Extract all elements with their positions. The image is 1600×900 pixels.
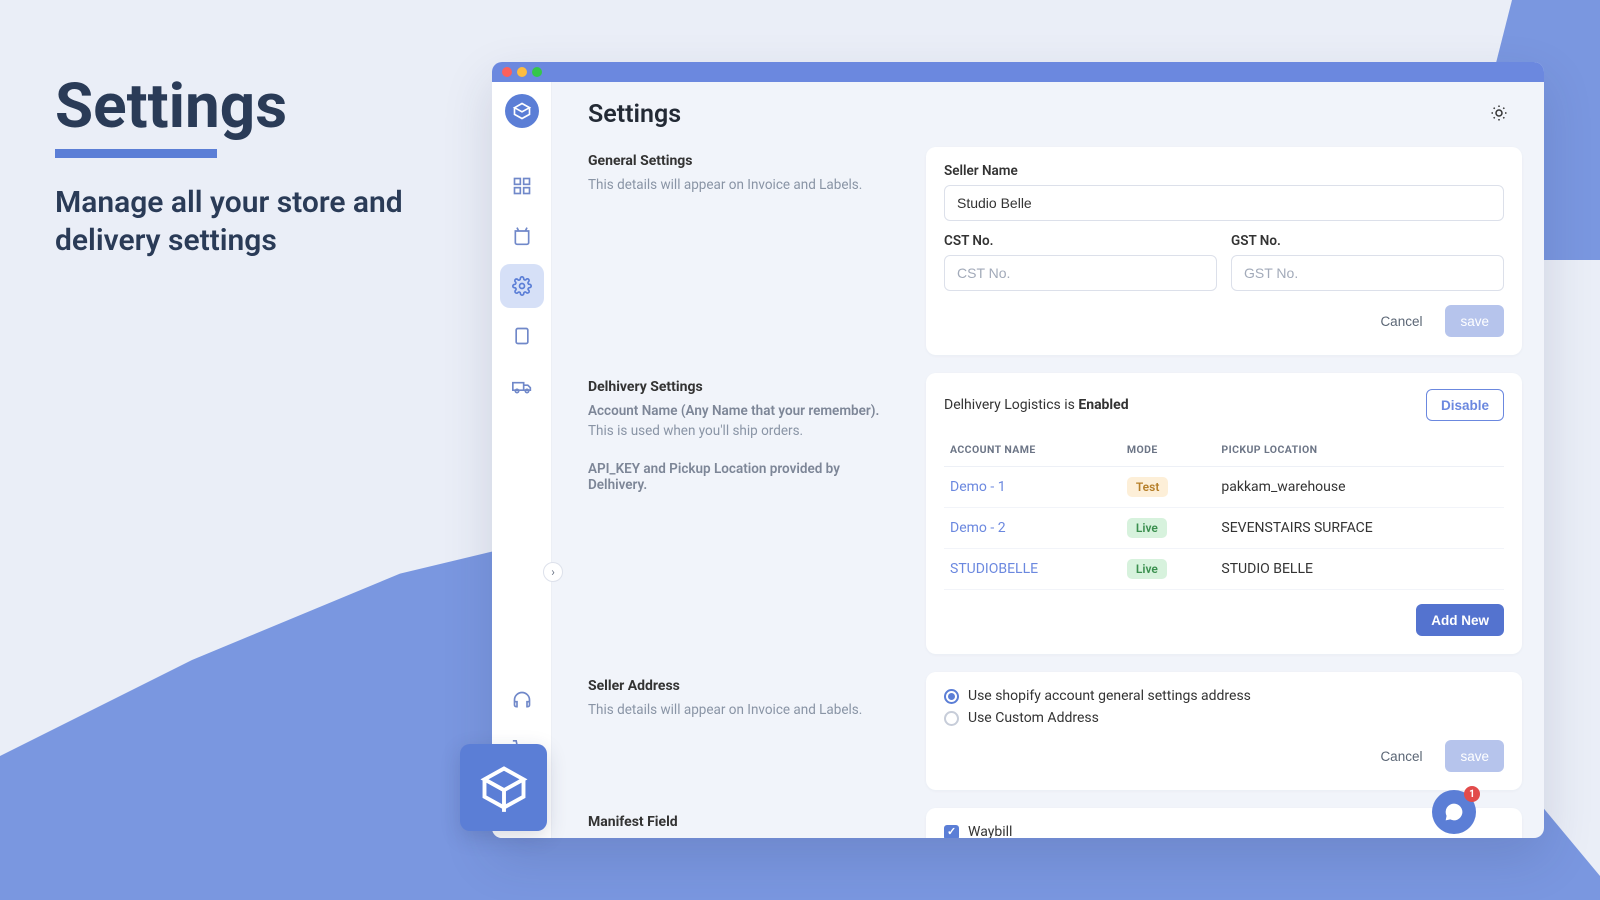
cst-input[interactable]: [944, 255, 1217, 291]
radio-icon: [944, 689, 959, 704]
checkbox-icon: [944, 825, 959, 839]
nav-dashboard[interactable]: [500, 164, 544, 208]
brand-logo: [505, 94, 539, 128]
radio-shopify[interactable]: Use shopify account general settings add…: [944, 688, 1504, 704]
manifest-heading: Manifest Field: [588, 814, 898, 830]
cst-label: CST No.: [944, 233, 1217, 249]
gst-input[interactable]: [1231, 255, 1504, 291]
page-title: Settings: [588, 100, 1522, 129]
general-heading: General Settings: [588, 153, 898, 169]
col-pickup: PICKUP LOCATION: [1215, 433, 1504, 467]
radio-icon: [944, 711, 959, 726]
nav-labels[interactable]: [500, 314, 544, 358]
address-card: Use shopify account general settings add…: [926, 672, 1522, 790]
hero-title: Settings: [55, 70, 435, 143]
sidebar: [492, 82, 552, 838]
theme-toggle[interactable]: [1490, 104, 1508, 122]
pickup-cell: SEVENSTAIRS SURFACE: [1215, 508, 1504, 549]
address-sub: This details will appear on Invoice and …: [588, 702, 898, 718]
hero-subtitle: Manage all your store and delivery setti…: [55, 184, 435, 259]
delhivery-sub3: API_KEY and Pickup Location provided by …: [588, 461, 898, 493]
add-new-button[interactable]: Add New: [1416, 604, 1504, 636]
table-row: STUDIOBELLE Live STUDIO BELLE: [944, 549, 1504, 590]
general-save-button[interactable]: save: [1445, 305, 1504, 337]
app-badge-logo: [460, 744, 547, 831]
seller-name-label: Seller Name: [944, 163, 1504, 179]
delhivery-status: Delhivery Logistics is Enabled: [944, 397, 1129, 413]
address-heading: Seller Address: [588, 678, 898, 694]
account-link[interactable]: STUDIOBELLE: [944, 549, 1121, 590]
nav-settings[interactable]: [500, 264, 544, 308]
general-cancel-button[interactable]: Cancel: [1365, 305, 1437, 337]
table-row: Demo - 2 Live SEVENSTAIRS SURFACE: [944, 508, 1504, 549]
disable-button[interactable]: Disable: [1426, 389, 1504, 421]
general-card: Seller Name CST No. GST No.: [926, 147, 1522, 355]
col-mode: MODE: [1121, 433, 1216, 467]
delhivery-heading: Delhivery Settings: [588, 379, 898, 395]
pickup-cell: STUDIO BELLE: [1215, 549, 1504, 590]
account-link[interactable]: Demo - 2: [944, 508, 1121, 549]
app-window: Settings General Settings This details w…: [492, 62, 1544, 838]
delhivery-sub2: This is used when you'll ship orders.: [588, 423, 898, 439]
window-titlebar: [492, 62, 1544, 82]
sidebar-expand-icon[interactable]: ›: [543, 562, 563, 582]
delhivery-sub1: Account Name (Any Name that your remembe…: [588, 403, 898, 419]
accounts-table: ACCOUNT NAME MODE PICKUP LOCATION Demo -…: [944, 433, 1504, 590]
table-row: Demo - 1 Test pakkam_warehouse: [944, 467, 1504, 508]
nav-support[interactable]: [500, 678, 544, 722]
mode-badge: Live: [1127, 559, 1167, 579]
mode-badge: Test: [1127, 477, 1169, 497]
address-save-button[interactable]: save: [1445, 740, 1504, 772]
radio-custom[interactable]: Use Custom Address: [944, 710, 1504, 726]
mode-badge: Live: [1127, 518, 1167, 538]
hero-underline: [55, 149, 217, 158]
nav-orders[interactable]: [500, 214, 544, 258]
seller-name-input[interactable]: [944, 185, 1504, 221]
account-link[interactable]: Demo - 1: [944, 467, 1121, 508]
pickup-cell: pakkam_warehouse: [1215, 467, 1504, 508]
minimize-dot[interactable]: [517, 67, 527, 77]
maximize-dot[interactable]: [532, 67, 542, 77]
delhivery-card: Delhivery Logistics is Enabled Disable A…: [926, 373, 1522, 654]
address-cancel-button[interactable]: Cancel: [1365, 740, 1437, 772]
nav-shipping[interactable]: [500, 364, 544, 408]
general-sub: This details will appear on Invoice and …: [588, 177, 898, 193]
manifest-field[interactable]: Waybill: [944, 824, 1504, 838]
chat-button[interactable]: [1432, 790, 1476, 834]
col-account: ACCOUNT NAME: [944, 433, 1121, 467]
hero: Settings Manage all your store and deliv…: [55, 70, 435, 259]
close-dot[interactable]: [502, 67, 512, 77]
gst-label: GST No.: [1231, 233, 1504, 249]
